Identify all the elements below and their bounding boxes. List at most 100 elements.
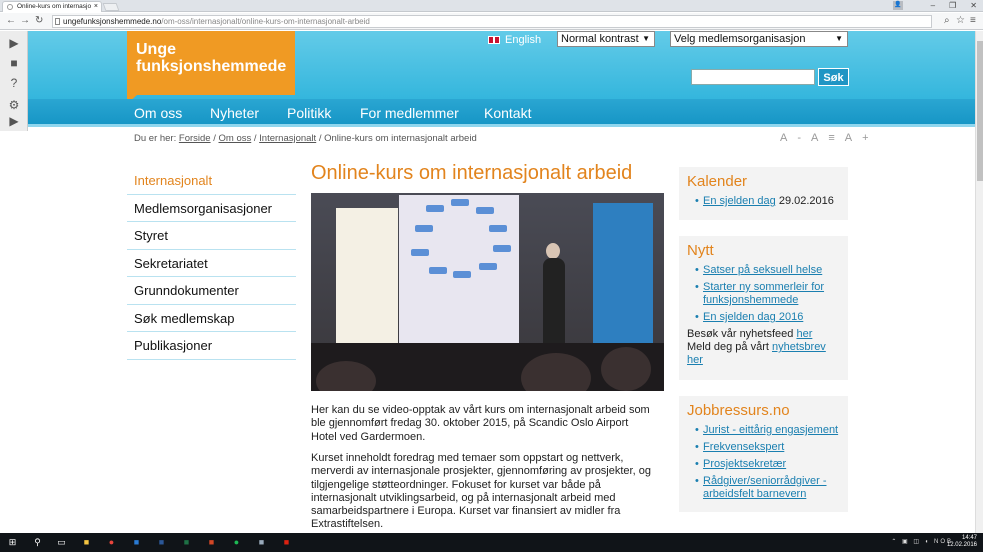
gear-icon[interactable]: ⚙ [8, 99, 20, 111]
excel-icon[interactable]: ■ [180, 536, 193, 549]
nav-politikk[interactable]: Politikk [287, 104, 331, 122]
browser-tab[interactable]: Online-kurs om internasjo × [2, 1, 102, 12]
window-controls: – ❐ ✕ [931, 0, 977, 11]
new-tab-button[interactable] [102, 3, 120, 11]
article-photo [311, 193, 664, 391]
reload-icon[interactable]: ↻ [35, 15, 43, 27]
nav-kontakt[interactable]: Kontakt [484, 104, 531, 122]
menu-item-styret[interactable]: Styret [127, 222, 296, 250]
newsfeed-link[interactable]: her [796, 328, 812, 340]
clock-time: 14:47 [961, 535, 977, 541]
zoom-icon[interactable]: ⌕ [944, 15, 950, 27]
menu-item-internasjonalt[interactable]: Internasjonalt [127, 167, 296, 195]
chrome-icon[interactable]: ● [105, 536, 118, 549]
play-icon[interactable]: ▶ [8, 37, 20, 49]
newsletter-text: Meld deg på vårt [687, 341, 769, 353]
news-box: Nytt Satser på seksuell helse Starter ny… [679, 236, 848, 380]
menu-item-sekretariatet[interactable]: Sekretariatet [127, 250, 296, 277]
font-increase-button[interactable]: A+ [845, 132, 879, 144]
menu-item-medlemsorganisasjoner[interactable]: Medlemsorganisasjoner [127, 195, 296, 222]
globe-icon [7, 4, 13, 10]
word-icon[interactable]: ■ [155, 536, 168, 549]
main-nav: Om oss Nyheter Politikk For medlemmer Ko… [0, 99, 975, 127]
back-icon[interactable]: ← [6, 15, 16, 27]
news-link[interactable]: Satser på seksuell helse [703, 264, 822, 276]
contrast-select[interactable]: Normal kontrast ▼ [557, 31, 655, 47]
minimize-icon[interactable]: – [931, 0, 935, 11]
breadcrumb-current: Online-kurs om internasjonalt arbeid [324, 133, 477, 144]
stop-icon[interactable]: ■ [8, 57, 20, 69]
browser-tab-bar: Online-kurs om internasjo × 👤 – ❐ ✕ [0, 0, 983, 12]
search-icon[interactable]: ⚲ [31, 536, 44, 549]
address-bar-row: ← → ↻ ungefunksjonshemmede.no/om-oss/int… [0, 13, 983, 30]
search-button[interactable]: Søk [818, 68, 849, 86]
news-item: En sjelden dag 2016 [687, 311, 840, 324]
breadcrumb: Du er her: Forside / Om oss / Internasjo… [134, 133, 477, 144]
contrast-select-value: Normal kontrast [561, 33, 639, 45]
task-view-icon[interactable]: ▭ [55, 536, 68, 549]
nav-om-oss[interactable]: Om oss [134, 104, 182, 122]
windows-start-icon[interactable]: ⊞ [6, 536, 19, 549]
job-link[interactable]: Frekvensekspert [703, 441, 784, 453]
uk-flag-icon [488, 36, 500, 45]
bookmark-star-icon[interactable]: ☆ [956, 15, 965, 27]
site-logo[interactable]: Unge funksjonshemmede [127, 31, 295, 104]
breadcrumb-prefix: Du er her: [134, 133, 177, 144]
job-item: Jurist - eittårig engasjement [687, 424, 840, 437]
menu-item-publikasjoner[interactable]: Publikasjoner [127, 332, 296, 360]
forward-icon[interactable]: → [20, 15, 30, 27]
chevron-down-icon: ▼ [642, 34, 650, 43]
job-link[interactable]: Jurist - eittårig engasjement [703, 424, 838, 436]
page-scrollbar[interactable] [975, 31, 983, 533]
news-link[interactable]: En sjelden dag 2016 [703, 311, 803, 323]
play-selection-icon[interactable]: ▶ [8, 115, 20, 127]
spotify-icon[interactable]: ● [230, 536, 243, 549]
calendar-title: Kalender [687, 173, 748, 190]
reader-toolbar: ▶ ■ ? ⚙ ▶ [0, 31, 28, 131]
notepad-icon[interactable]: ■ [255, 536, 268, 549]
menu-item-sok-medlemskap[interactable]: Søk medlemskap [127, 305, 296, 332]
restore-icon[interactable]: ❐ [949, 0, 956, 11]
pdf-reader-icon[interactable]: ■ [280, 536, 293, 549]
menu-icon[interactable]: ≡ [970, 15, 976, 27]
menu-item-grunndokumenter[interactable]: Grunndokumenter [127, 277, 296, 305]
font-size-tools: A-A≡A+ [780, 132, 879, 144]
outlook-icon[interactable]: ■ [130, 536, 143, 549]
help-icon[interactable]: ? [8, 77, 20, 89]
breadcrumb-link[interactable]: Forside [179, 133, 211, 144]
calendar-link[interactable]: En sjelden dag [703, 195, 776, 207]
page-icon [55, 18, 60, 25]
organization-select[interactable]: Velg medlemsorganisasjon ▼ [670, 31, 848, 47]
file-explorer-icon[interactable]: ■ [80, 536, 93, 549]
close-window-icon[interactable]: ✕ [970, 0, 977, 11]
system-tray: ⌃ ▣ ◫ ◖ NOB [891, 538, 953, 545]
section-menu: Internasjonalt Medlemsorganisasjoner Sty… [127, 167, 296, 360]
tray-icons[interactable]: ⌃ ▣ ◫ ◖ [891, 539, 934, 545]
english-link[interactable]: English [488, 34, 541, 47]
url-field[interactable]: ungefunksjonshemmede.no/om-oss/internasj… [52, 15, 932, 28]
jobs-box: Jobbressurs.no Jurist - eittårig engasje… [679, 396, 848, 512]
close-tab-icon[interactable]: × [94, 2, 98, 12]
job-item: Frekvensekspert [687, 441, 840, 454]
scrollbar-thumb[interactable] [977, 41, 983, 181]
job-link[interactable]: Rådgiver/seniorrådgiver - arbeidsfelt ba… [703, 475, 827, 500]
calendar-item: En sjelden dag 29.02.2016 [687, 195, 840, 208]
font-decrease-button[interactable]: A- [780, 132, 811, 144]
font-reset-button[interactable]: A≡ [811, 132, 845, 144]
news-link[interactable]: Starter ny sommerleir for funksjonshemme… [703, 281, 824, 306]
tab-title: Online-kurs om internasjo [17, 3, 92, 10]
clock[interactable]: 14:47 12.02.2016 [947, 535, 977, 549]
jobs-title: Jobbressurs.no [687, 402, 790, 419]
breadcrumb-link[interactable]: Internasjonalt [259, 133, 316, 144]
article-paragraph: Kurset inneholdt foredrag med temaer som… [311, 452, 651, 531]
user-icon[interactable]: 👤 [893, 1, 903, 10]
breadcrumb-link[interactable]: Om oss [219, 133, 252, 144]
job-link[interactable]: Prosjektsekretær [703, 458, 786, 470]
url-host: ungefunksjonshemmede.no [63, 17, 162, 26]
powerpoint-icon[interactable]: ■ [205, 536, 218, 549]
url-path: /om-oss/internasjonalt/online-kurs-om-in… [161, 17, 370, 26]
search-input[interactable] [691, 69, 815, 85]
article-paragraph: Her kan du se video-opptak av vårt kurs … [311, 404, 650, 443]
nav-for-medlemmer[interactable]: For medlemmer [360, 104, 459, 122]
nav-nyheter[interactable]: Nyheter [210, 104, 259, 122]
